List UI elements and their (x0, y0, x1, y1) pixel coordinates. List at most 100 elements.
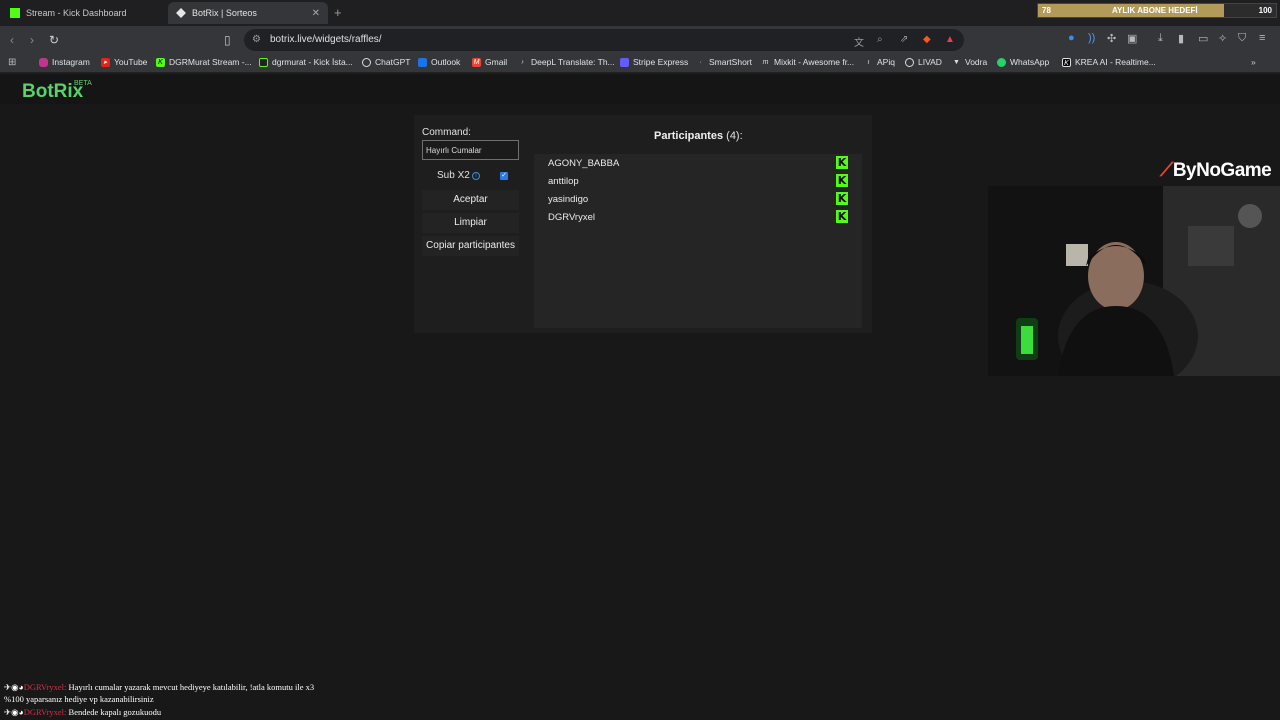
goal-label: AYLIK ABONE HEDEFİ (1112, 6, 1198, 15)
share-icon[interactable]: ⇗ (900, 34, 908, 45)
clear-button[interactable]: Limpiar (422, 213, 519, 233)
back-icon[interactable]: ‹ (10, 33, 14, 47)
chat-message: ✈◉◕DGRVryxel: Bendede kapalı gozukuodu (4, 706, 161, 718)
botrix-icon (176, 8, 186, 18)
extensions-puzzle-icon[interactable]: ✣ (1107, 32, 1116, 45)
brave-shield-icon[interactable]: ◆ (923, 34, 931, 45)
reload-icon[interactable]: ↻ (49, 33, 59, 47)
bookmark-dgrmurat-stream[interactable]: K DGRMurat Stream -... (156, 57, 252, 67)
bookmark-smartshort[interactable]: · SmartShort (696, 57, 752, 67)
zoom-icon[interactable]: ⌕ (877, 34, 883, 45)
participant-row[interactable]: DGRVryxel K (534, 208, 862, 226)
chat-message: ✈◉◕DGRVryxel: Hayırlı cumalar yazarak me… (4, 681, 314, 693)
subscriber-goal-bar: 78 AYLIK ABONE HEDEFİ 100 (1037, 3, 1277, 18)
apiq-icon: ı (867, 58, 870, 66)
chat-message-continued: %100 yaparsanız hediye vp kazanabilirsin… (4, 693, 154, 705)
forward-icon[interactable]: › (30, 33, 34, 47)
wallet-icon[interactable]: ▭ (1198, 32, 1208, 45)
bookmark-icon[interactable]: ▯ (224, 33, 231, 47)
participant-name: yasindigo (548, 194, 589, 205)
audio-extension-icon[interactable]: )) (1088, 32, 1095, 44)
brave-rewards-icon[interactable]: ▲ (945, 34, 955, 45)
bookmark-livad[interactable]: LIVAD (905, 57, 942, 67)
participant-row[interactable]: yasindigo K (534, 190, 862, 208)
app-header: BotRix BETA (0, 74, 1280, 104)
tab-botrix-sorteos[interactable]: BotRix | Sorteos ✕ (168, 2, 328, 24)
chatgpt-icon (362, 57, 371, 67)
bookmark-apiq[interactable]: ı APiq (864, 57, 895, 67)
new-tab-icon[interactable]: + (334, 5, 342, 20)
sub-x2-checkbox[interactable]: ✓ (500, 172, 508, 180)
chat-text: %100 yaparsanız hediye vp kazanabilirsin… (4, 694, 154, 704)
bookmark-krea[interactable]: K KREA AI - Realtime... (1062, 57, 1156, 67)
participant-row[interactable]: anttilop K (534, 172, 862, 190)
tab-title: Stream - Kick Dashboard (26, 8, 127, 18)
command-input[interactable] (422, 140, 519, 160)
webcam-image (988, 186, 1280, 376)
bookmark-stripe[interactable]: Stripe Express (620, 57, 688, 67)
participant-row[interactable]: AGONY_BABBA K (534, 154, 862, 172)
deepl-icon: › (521, 58, 524, 66)
bookmark-deepl[interactable]: › DeepL Translate: Th... (518, 57, 614, 67)
bookmark-youtube[interactable]: ▸ YouTube (101, 57, 147, 67)
vpn-shield-icon[interactable]: ⛉ (1238, 32, 1246, 45)
raffle-widget: Command: Sub X2 i ✓ Aceptar Limpiar Copi… (414, 115, 872, 333)
smartshort-icon: · (699, 58, 702, 66)
krea-icon: K (1062, 57, 1071, 67)
address-bar[interactable]: ⚙ botrix.live/widgets/raffles/ 文 ⌕ ⇗ ◆ ▲ (244, 29, 964, 51)
kick-icon (10, 8, 20, 18)
bookmarks-bar: ⊞ Instagram ▸ YouTube K DGRMurat Stream -.… (0, 54, 1280, 73)
bookmark-instagram[interactable]: Instagram (39, 57, 90, 67)
extension-icon[interactable]: ● (1068, 32, 1075, 44)
bookmark-dgrmurat-kick[interactable]: dgrmurat - Kick İsta... (259, 57, 353, 67)
bookmark-gmail[interactable]: M Gmail (472, 57, 507, 67)
copy-participants-button[interactable]: Copiar participantes (422, 236, 519, 256)
media-icon[interactable]: ▣ (1127, 32, 1137, 45)
bookmark-mixkit[interactable]: m Mixkit - Awesome fr... (761, 57, 855, 67)
apps-grid-icon[interactable]: ⊞ (8, 57, 16, 68)
command-label: Command: (422, 127, 471, 138)
bookmark-vodra[interactable]: ▼ Vodra (952, 57, 987, 67)
more-bookmarks-icon[interactable]: » (1251, 57, 1256, 67)
chat-text: Hayırlı cumalar yazarak mevcut hediyeye … (68, 682, 315, 692)
tab-kick-dashboard[interactable]: Stream - Kick Dashboard (2, 2, 166, 24)
sidebar-icon[interactable]: ▮ (1178, 32, 1184, 45)
site-info-icon[interactable]: ⚙ (252, 34, 261, 45)
chat-badges-icon: ✈◉◕ (4, 682, 24, 692)
bookmark-outlook[interactable]: Outlook (418, 57, 460, 67)
kick-icon: K (836, 174, 848, 187)
sub-x2-label: Sub X2 (437, 170, 470, 181)
translate-icon[interactable]: 文 (854, 34, 864, 49)
outlook-icon (418, 57, 427, 67)
chat-username: DGRVryxel: (23, 707, 67, 717)
page-content: BotRix BETA Command: Sub X2 i ✓ Aceptar … (0, 74, 1280, 720)
tab-title: BotRix | Sorteos (192, 8, 257, 18)
livad-icon (905, 57, 914, 67)
stripe-icon (620, 57, 629, 67)
kick-icon (259, 57, 268, 67)
menu-icon[interactable]: ≡ (1259, 32, 1265, 44)
bookmark-whatsapp[interactable]: WhatsApp (997, 57, 1049, 67)
tab-strip: Stream - Kick Dashboard BotRix | Sorteos… (0, 0, 1280, 26)
leo-ai-icon[interactable]: ✧ (1218, 32, 1227, 45)
kick-icon: K (836, 192, 848, 205)
navigation-bar: ‹ › ↻ ▯ ⚙ botrix.live/widgets/raffles/ 文… (0, 26, 1280, 54)
chat-badges-icon: ✈◉◕ (4, 707, 24, 717)
kick-icon: K (836, 156, 848, 169)
info-icon[interactable]: i (472, 172, 480, 180)
vodra-icon: ▼ (953, 58, 960, 66)
participant-name: AGONY_BABBA (548, 158, 620, 169)
gmail-icon: M (472, 57, 481, 67)
accept-button[interactable]: Aceptar (422, 190, 519, 210)
whatsapp-icon (997, 57, 1006, 67)
download-icon[interactable]: ⤓ (1158, 32, 1163, 45)
participant-name: anttilop (548, 176, 579, 187)
participants-list: AGONY_BABBA K anttilop K yasindigo K DGR… (534, 154, 862, 328)
close-tab-icon[interactable]: ✕ (312, 8, 320, 19)
participant-name: DGRVryxel (548, 212, 595, 223)
participants-title: Participantes (4): (654, 130, 743, 142)
bookmark-chatgpt[interactable]: ChatGPT (362, 57, 410, 67)
mixkit-icon: m (762, 58, 769, 66)
beta-badge: BETA (74, 80, 92, 87)
url-text[interactable]: botrix.live/widgets/raffles/ (270, 34, 382, 45)
